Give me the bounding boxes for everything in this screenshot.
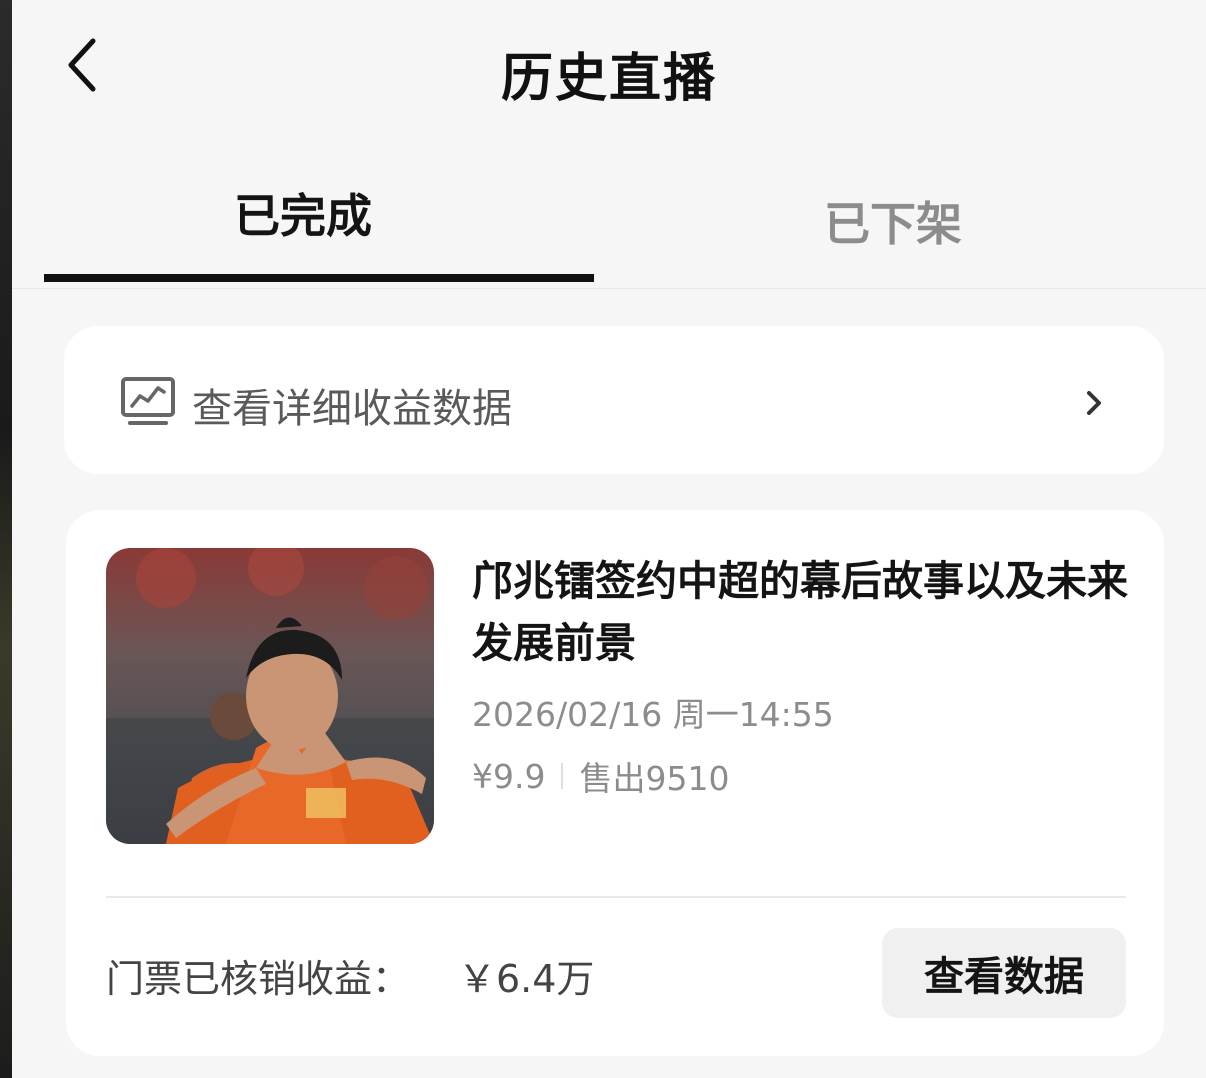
live-title[interactable]: 邝兆镭签约中超的幕后故事以及未来发展前景 (472, 550, 1132, 674)
live-session-card: 邝兆镭签约中超的幕后故事以及未来发展前景 2026/02/16 周一14:55 … (66, 510, 1164, 1056)
page-title: 历史直播 (500, 49, 717, 109)
revenue-label: 门票已核销收益： (106, 957, 411, 1001)
ticket-price: ¥9.9 (472, 756, 546, 796)
income-details-entry[interactable]: 查看详细收益数据 (64, 326, 1164, 474)
meta-separator (561, 763, 564, 789)
income-details-label: 查看详细收益数据 (192, 386, 512, 432)
live-datetime: 2026/02/16 周一14:55 (472, 695, 834, 734)
sold-count: 售出9510 (579, 759, 730, 798)
revenue-value: ￥6.4万 (458, 957, 595, 1001)
football-player-photo (106, 548, 434, 844)
tab-removed[interactable]: 已下架 (824, 188, 962, 254)
live-thumbnail[interactable] (106, 548, 434, 844)
tab-bar: 已完成 已下架 (12, 160, 1206, 289)
chevron-right-icon (1087, 391, 1101, 415)
view-data-button[interactable]: 查看数据 (882, 928, 1126, 1018)
chart-monitor-icon (121, 377, 175, 425)
header: 历史直播 (12, 0, 1206, 140)
app-screen: 历史直播 已完成 已下架 查看详细收益数据 邝兆镭签约中超的幕后故事以及未来发展… (12, 0, 1206, 1078)
tab-completed[interactable]: 已完成 (234, 180, 372, 246)
card-divider (106, 896, 1126, 898)
live-meta: ¥9.9 售出9510 (472, 752, 729, 800)
active-tab-indicator (44, 274, 594, 282)
background-edge (0, 0, 12, 1078)
